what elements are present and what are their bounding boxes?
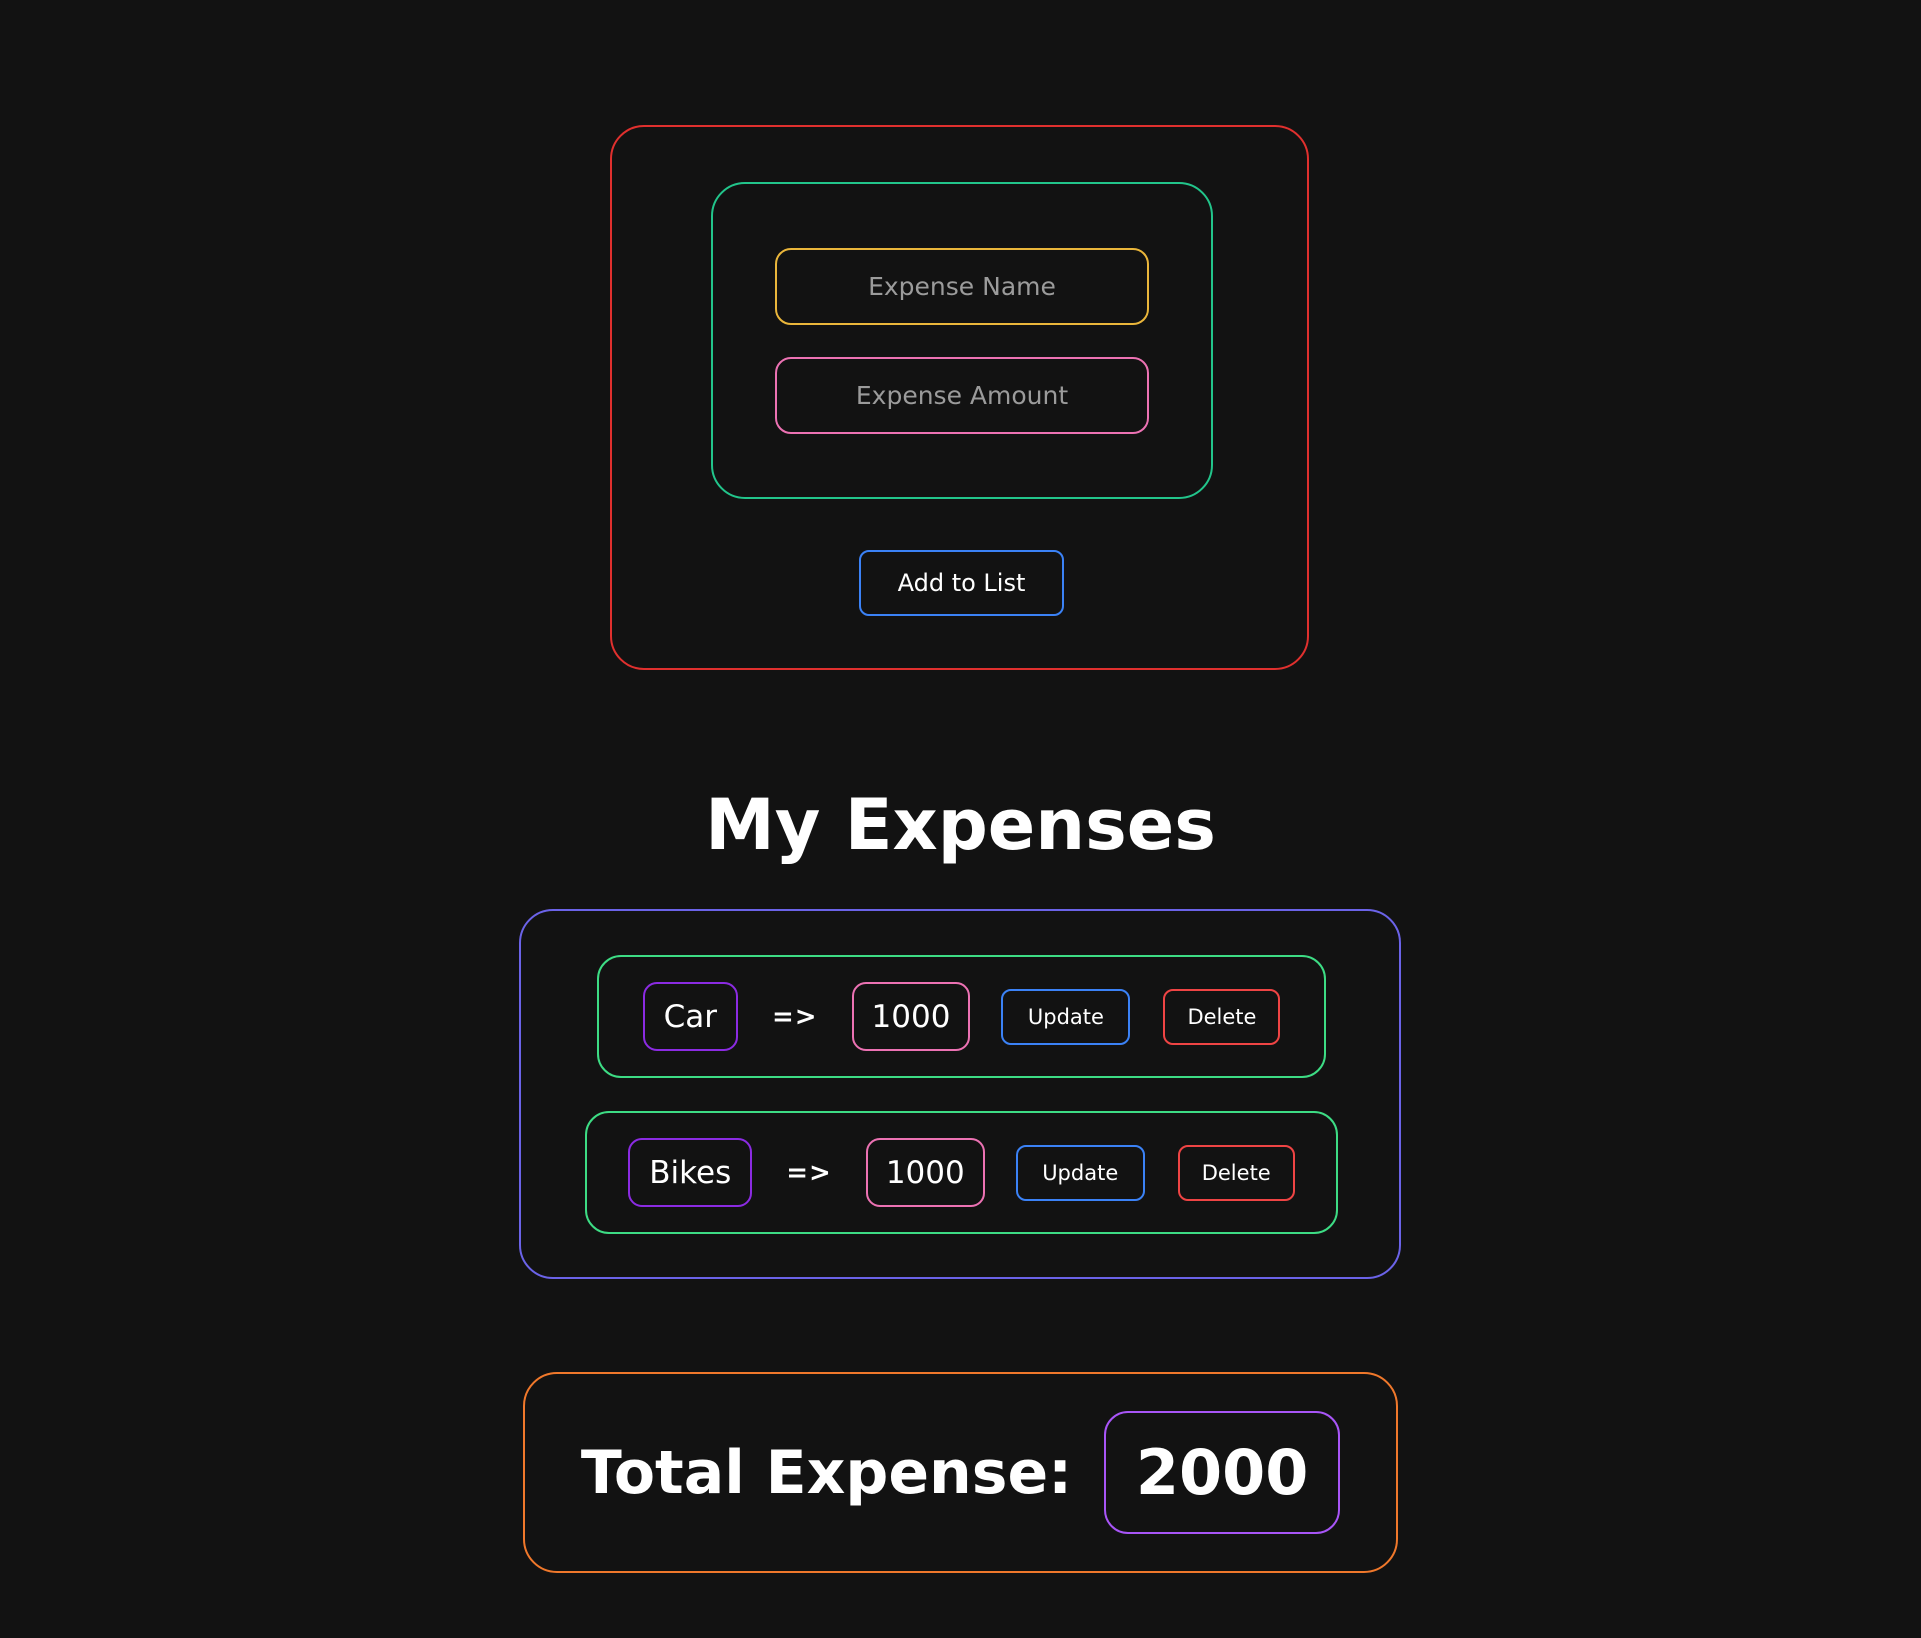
- expense-amount: 1000: [865, 1138, 985, 1207]
- total-value: 2000: [1104, 1411, 1341, 1534]
- expense-tracker-page: Add to List My Expenses Car => 1000 Upda…: [0, 0, 1921, 1638]
- total-label: Total Expense:: [580, 1437, 1073, 1508]
- delete-button[interactable]: Delete: [1163, 988, 1281, 1045]
- expense-amount-input[interactable]: [775, 357, 1149, 434]
- list-item: Bikes => 1000 Update Delete: [585, 1111, 1338, 1234]
- expense-list: Car => 1000 Update Delete Bikes => 1000 …: [519, 909, 1401, 1279]
- expense-amount: 1000: [851, 982, 971, 1051]
- delete-button[interactable]: Delete: [1177, 1144, 1295, 1201]
- inputs-group: [711, 182, 1213, 499]
- total-expense-panel: Total Expense: 2000: [523, 1372, 1398, 1573]
- expense-name: Bikes: [628, 1138, 753, 1207]
- page-title: My Expenses: [705, 784, 1216, 866]
- add-expense-form: Add to List: [610, 125, 1309, 670]
- expense-name-input[interactable]: [775, 248, 1149, 325]
- add-to-list-button[interactable]: Add to List: [859, 550, 1064, 616]
- arrow-separator: =>: [771, 1001, 818, 1032]
- list-item: Car => 1000 Update Delete: [597, 955, 1326, 1078]
- expense-name: Car: [642, 982, 738, 1051]
- arrow-separator: =>: [786, 1157, 832, 1188]
- update-button[interactable]: Update: [1001, 988, 1131, 1045]
- update-button[interactable]: Update: [1015, 1144, 1145, 1201]
